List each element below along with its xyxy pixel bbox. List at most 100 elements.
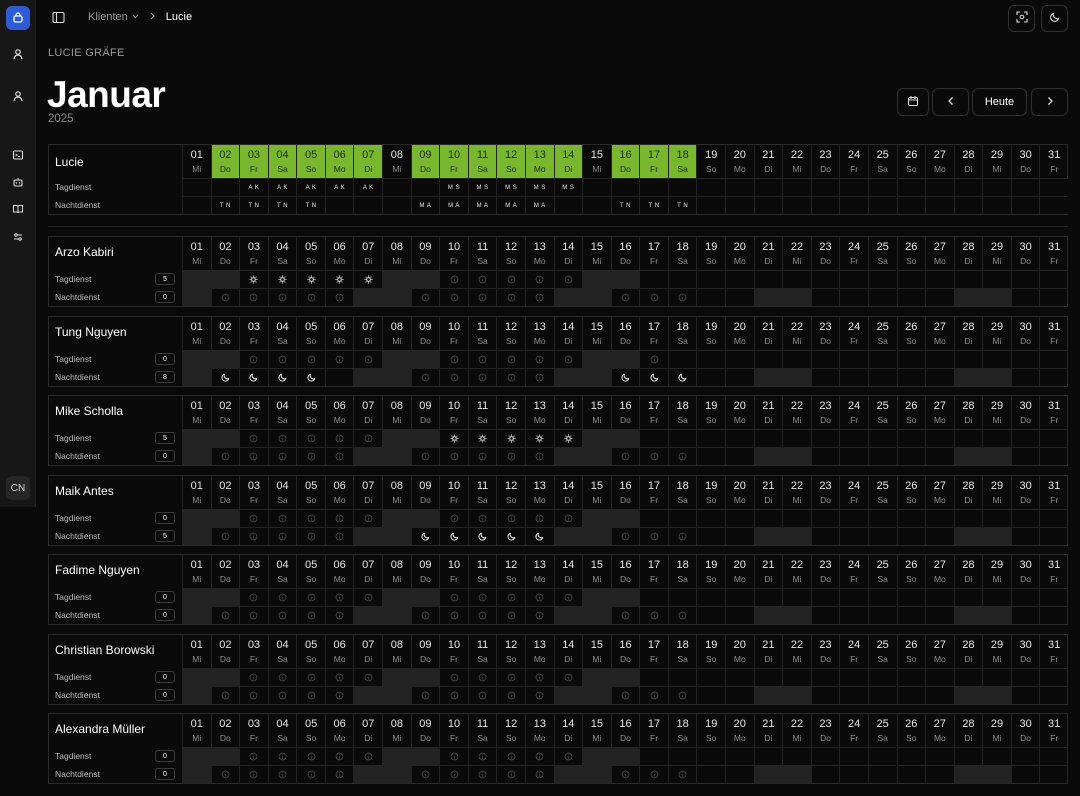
tagdienst-cell[interactable] <box>697 668 726 686</box>
tagdienst-cell[interactable] <box>640 350 668 368</box>
nachtdienst-cell[interactable] <box>325 368 354 386</box>
tagdienst-cell[interactable]: A K <box>325 178 354 196</box>
tagdienst-cell[interactable] <box>325 509 354 527</box>
tagdienst-cell[interactable] <box>983 509 1011 527</box>
tagdienst-cell[interactable] <box>811 747 840 765</box>
nachtdienst-cell[interactable] <box>754 368 783 386</box>
nachtdienst-cell[interactable] <box>411 447 440 465</box>
nachtdienst-cell[interactable] <box>840 765 868 783</box>
tagdienst-cell[interactable] <box>983 178 1011 196</box>
tagdienst-cell[interactable] <box>583 588 611 606</box>
nachtdienst-cell[interactable] <box>726 686 754 704</box>
tagdienst-cell[interactable] <box>1011 747 1040 765</box>
nachtdienst-cell[interactable] <box>440 527 468 545</box>
nachtdienst-cell[interactable] <box>754 765 783 783</box>
tagdienst-cell[interactable] <box>211 178 240 196</box>
tagdienst-cell[interactable] <box>297 350 325 368</box>
tagdienst-cell[interactable] <box>411 270 440 288</box>
nachtdienst-cell[interactable] <box>611 527 640 545</box>
nachtdienst-cell[interactable] <box>354 447 383 465</box>
nachtdienst-cell[interactable] <box>897 686 926 704</box>
nachtdienst-cell[interactable]: T N <box>240 196 268 214</box>
nachtdienst-cell[interactable] <box>240 606 268 624</box>
tagdienst-cell[interactable] <box>297 509 325 527</box>
tagdienst-cell[interactable] <box>211 429 240 447</box>
nachtdienst-cell[interactable] <box>468 368 497 386</box>
tagdienst-cell[interactable] <box>926 668 954 686</box>
nachtdienst-cell[interactable] <box>325 765 354 783</box>
nachtdienst-cell[interactable] <box>211 606 240 624</box>
tagdienst-cell[interactable] <box>983 270 1011 288</box>
tagdienst-cell[interactable] <box>926 350 954 368</box>
tagdienst-cell[interactable] <box>183 350 211 368</box>
tagdienst-cell[interactable] <box>325 588 354 606</box>
nachtdienst-cell[interactable] <box>583 368 611 386</box>
nachtdienst-cell[interactable] <box>754 527 783 545</box>
nachtdienst-cell[interactable] <box>840 288 868 306</box>
nachtdienst-cell[interactable] <box>668 765 697 783</box>
nachtdienst-cell[interactable] <box>411 765 440 783</box>
tagdienst-cell[interactable] <box>411 350 440 368</box>
nachtdienst-cell[interactable] <box>840 686 868 704</box>
nachtdienst-cell[interactable] <box>354 288 383 306</box>
user-avatar[interactable]: CN <box>6 476 30 500</box>
book-icon[interactable] <box>6 197 30 221</box>
tagdienst-cell[interactable] <box>297 747 325 765</box>
tagdienst-cell[interactable] <box>240 588 268 606</box>
nachtdienst-cell[interactable] <box>211 765 240 783</box>
tagdienst-cell[interactable] <box>640 747 668 765</box>
tagdienst-cell[interactable] <box>668 350 697 368</box>
tagdienst-cell[interactable] <box>297 270 325 288</box>
nachtdienst-cell[interactable] <box>754 606 783 624</box>
tagdienst-cell[interactable] <box>983 668 1011 686</box>
tagdienst-cell[interactable]: M S <box>554 178 583 196</box>
tagdienst-cell[interactable] <box>525 270 554 288</box>
tagdienst-cell[interactable] <box>868 747 897 765</box>
nachtdienst-cell[interactable] <box>468 447 497 465</box>
nachtdienst-cell[interactable] <box>926 527 954 545</box>
nachtdienst-cell[interactable] <box>325 447 354 465</box>
nachtdienst-cell[interactable] <box>668 288 697 306</box>
tagdienst-cell[interactable]: A K <box>354 178 383 196</box>
tagdienst-cell[interactable] <box>183 178 211 196</box>
tagdienst-cell[interactable] <box>497 588 525 606</box>
tagdienst-cell[interactable] <box>183 429 211 447</box>
tagdienst-cell[interactable] <box>811 588 840 606</box>
nachtdienst-cell[interactable] <box>383 606 411 624</box>
nachtdienst-cell[interactable] <box>268 686 297 704</box>
tagdienst-cell[interactable] <box>926 178 954 196</box>
nachtdienst-cell[interactable] <box>554 527 583 545</box>
tagdienst-cell[interactable] <box>325 350 354 368</box>
tagdienst-cell[interactable] <box>868 350 897 368</box>
tagdienst-cell[interactable] <box>783 429 811 447</box>
nachtdienst-cell[interactable] <box>1011 368 1040 386</box>
tagdienst-cell[interactable] <box>383 270 411 288</box>
tagdienst-cell[interactable] <box>440 429 468 447</box>
tagdienst-cell[interactable] <box>726 350 754 368</box>
nachtdienst-cell[interactable] <box>211 368 240 386</box>
nachtdienst-cell[interactable] <box>983 527 1011 545</box>
tagdienst-cell[interactable] <box>840 350 868 368</box>
tagdienst-cell[interactable] <box>811 509 840 527</box>
nachtdienst-cell[interactable] <box>183 288 211 306</box>
nachtdienst-cell[interactable] <box>954 368 983 386</box>
tagdienst-cell[interactable] <box>211 509 240 527</box>
nachtdienst-cell[interactable] <box>868 447 897 465</box>
tagdienst-cell[interactable] <box>240 350 268 368</box>
nachtdienst-cell[interactable] <box>468 686 497 704</box>
nachtdienst-cell[interactable] <box>840 606 868 624</box>
nachtdienst-cell[interactable] <box>1011 196 1040 214</box>
tagdienst-cell[interactable] <box>783 588 811 606</box>
tagdienst-cell[interactable] <box>754 747 783 765</box>
tagdienst-cell[interactable] <box>668 668 697 686</box>
nachtdienst-cell[interactable] <box>1011 527 1040 545</box>
nachtdienst-cell[interactable] <box>726 606 754 624</box>
nachtdienst-cell[interactable] <box>783 606 811 624</box>
nachtdienst-cell[interactable] <box>554 447 583 465</box>
tagdienst-cell[interactable] <box>697 350 726 368</box>
tagdienst-cell[interactable] <box>1040 429 1068 447</box>
tagdienst-cell[interactable] <box>840 588 868 606</box>
tagdienst-cell[interactable] <box>240 429 268 447</box>
nachtdienst-cell[interactable] <box>897 368 926 386</box>
tagdienst-cell[interactable] <box>811 429 840 447</box>
